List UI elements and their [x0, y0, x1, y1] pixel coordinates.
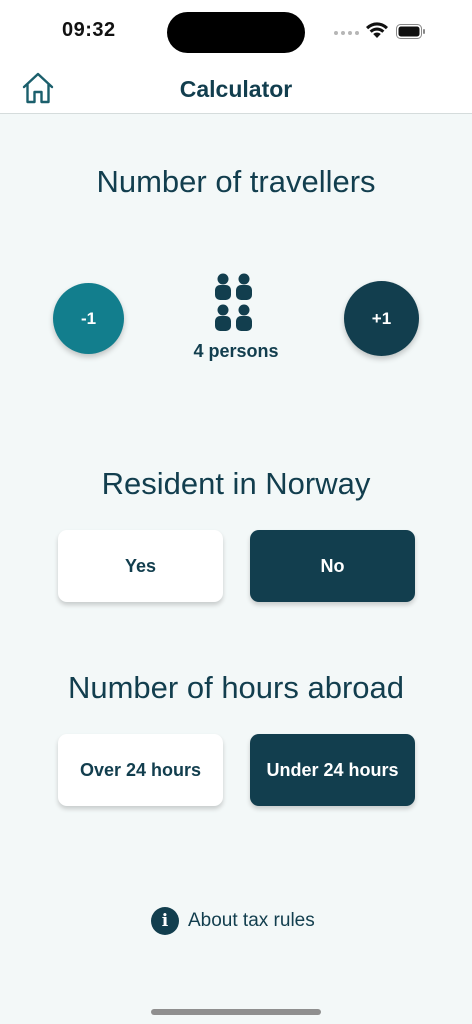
resident-no-button[interactable]: No — [250, 530, 415, 602]
about-tax-rules-label: About tax rules — [188, 910, 315, 931]
resident-heading: Resident in Norway — [101, 466, 371, 501]
wifi-icon — [366, 22, 388, 38]
info-icon: i — [151, 907, 179, 935]
increment-travellers-button[interactable]: +1 — [344, 281, 419, 356]
navigation-bar: Calculator — [0, 62, 472, 114]
about-tax-rules-link[interactable]: i About tax rules — [151, 907, 315, 935]
home-indicator — [151, 1009, 321, 1015]
battery-icon — [396, 24, 425, 39]
status-bar: 09:32 — [0, 0, 472, 62]
status-time: 09:32 — [62, 19, 116, 41]
over-24-hours-button[interactable]: Over 24 hours — [58, 734, 223, 806]
under-24-hours-button[interactable]: Under 24 hours — [250, 734, 415, 806]
dynamic-island — [167, 12, 305, 53]
page-title: Calculator — [179, 76, 293, 102]
travellers-heading: Number of travellers — [96, 164, 376, 199]
resident-yes-button[interactable]: Yes — [58, 530, 223, 602]
cellular-signal-icon — [334, 31, 359, 35]
hours-heading: Number of hours abroad — [67, 670, 405, 705]
group-of-persons-icon — [215, 273, 252, 331]
